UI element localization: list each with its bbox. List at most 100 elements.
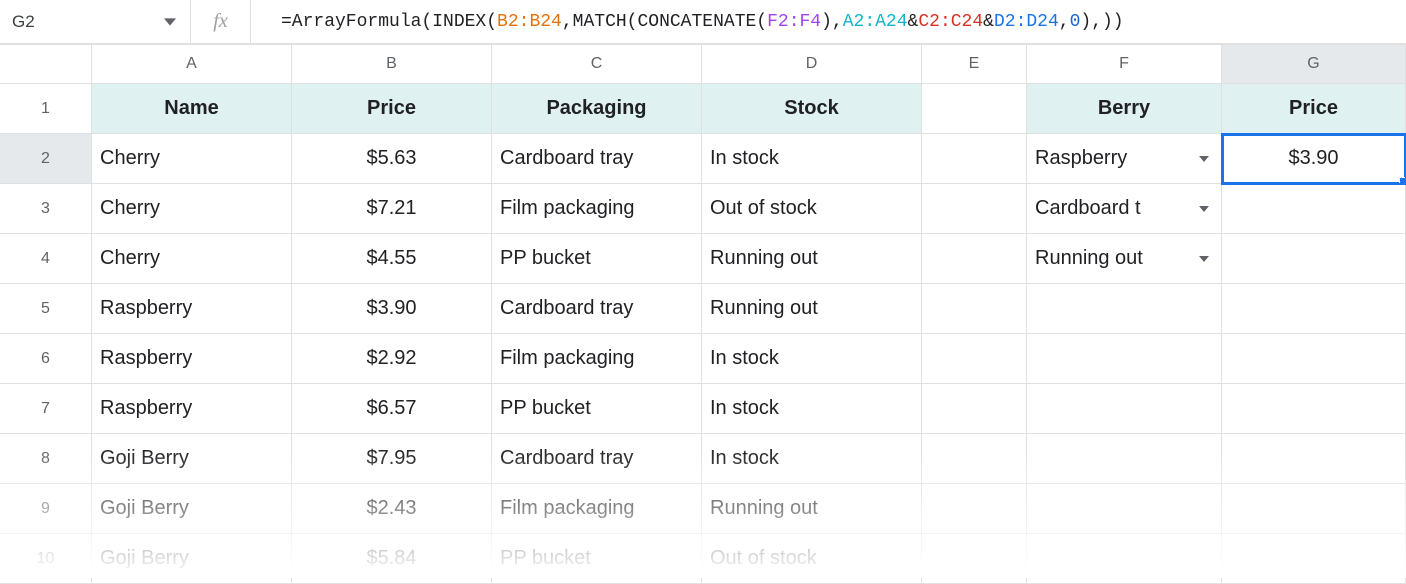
cell-C9[interactable]: Film packaging	[492, 484, 702, 534]
col-header-D[interactable]: D	[702, 44, 922, 84]
cell-C5[interactable]: Cardboard tray	[492, 284, 702, 334]
cell-F2[interactable]: Raspberry	[1027, 134, 1222, 184]
cell-E9[interactable]	[922, 484, 1027, 534]
cell-A2[interactable]: Cherry	[92, 134, 292, 184]
col-header-F[interactable]: F	[1027, 44, 1222, 84]
dropdown-button-F3[interactable]	[1195, 200, 1213, 218]
chevron-down-icon	[1199, 154, 1209, 164]
cell-G9[interactable]	[1222, 484, 1406, 534]
cell-C8[interactable]: Cardboard tray	[492, 434, 702, 484]
cell-C10[interactable]: PP bucket	[492, 534, 702, 584]
select-all-corner[interactable]	[0, 44, 92, 84]
cell-A6[interactable]: Raspberry	[92, 334, 292, 384]
name-box-dropdown[interactable]	[150, 0, 190, 43]
cell-D7[interactable]: In stock	[702, 384, 922, 434]
cell-B3[interactable]: $7.21	[292, 184, 492, 234]
cell-E10[interactable]	[922, 534, 1027, 584]
col-header-G[interactable]: G	[1222, 44, 1406, 84]
cell-F5[interactable]	[1027, 284, 1222, 334]
row-header-3[interactable]: 3	[0, 184, 92, 234]
cell-F9[interactable]	[1027, 484, 1222, 534]
cell-A3[interactable]: Cherry	[92, 184, 292, 234]
formula-bar: G2 fx =ArrayFormula(INDEX(B2:B24,MATCH(C…	[0, 0, 1406, 44]
cell-E8[interactable]	[922, 434, 1027, 484]
cell-E2[interactable]	[922, 134, 1027, 184]
cell-A5[interactable]: Raspberry	[92, 284, 292, 334]
cell-E3[interactable]	[922, 184, 1027, 234]
name-box-value: G2	[12, 12, 35, 32]
cell-C4[interactable]: PP bucket	[492, 234, 702, 284]
cell-F3[interactable]: Cardboard t	[1027, 184, 1222, 234]
row-header-1[interactable]: 1	[0, 84, 92, 134]
cell-A8[interactable]: Goji Berry	[92, 434, 292, 484]
row-header-10[interactable]: 10	[0, 534, 92, 584]
cell-D9[interactable]: Running out	[702, 484, 922, 534]
cell-B4[interactable]: $4.55	[292, 234, 492, 284]
cell-B7[interactable]: $6.57	[292, 384, 492, 434]
cell-A9[interactable]: Goji Berry	[92, 484, 292, 534]
cell-F4[interactable]: Running out	[1027, 234, 1222, 284]
cell-D10[interactable]: Out of stock	[702, 534, 922, 584]
cell-A10[interactable]: Goji Berry	[92, 534, 292, 584]
cell-D1[interactable]: Stock	[702, 84, 922, 134]
dropdown-button-F4[interactable]	[1195, 250, 1213, 268]
cell-A1[interactable]: Name	[92, 84, 292, 134]
cell-B9[interactable]: $2.43	[292, 484, 492, 534]
cell-E6[interactable]	[922, 334, 1027, 384]
col-header-B[interactable]: B	[292, 44, 492, 84]
row-header-9[interactable]: 9	[0, 484, 92, 534]
cell-C1[interactable]: Packaging	[492, 84, 702, 134]
cell-F1[interactable]: Berry	[1027, 84, 1222, 134]
cell-D4[interactable]: Running out	[702, 234, 922, 284]
cell-D5[interactable]: Running out	[702, 284, 922, 334]
cell-B1[interactable]: Price	[292, 84, 492, 134]
col-header-C[interactable]: C	[492, 44, 702, 84]
row-header-5[interactable]: 5	[0, 284, 92, 334]
col-header-A[interactable]: A	[92, 44, 292, 84]
cell-F10[interactable]	[1027, 534, 1222, 584]
row-header-8[interactable]: 8	[0, 434, 92, 484]
cell-B6[interactable]: $2.92	[292, 334, 492, 384]
dropdown-button-F2[interactable]	[1195, 150, 1213, 168]
cell-G10[interactable]	[1222, 534, 1406, 584]
cell-C2[interactable]: Cardboard tray	[492, 134, 702, 184]
row-header-6[interactable]: 6	[0, 334, 92, 384]
cell-E7[interactable]	[922, 384, 1027, 434]
formula-input[interactable]: =ArrayFormula(INDEX(B2:B24,MATCH(CONCATE…	[250, 0, 1406, 43]
spreadsheet-grid: A B C D E F G 1 Name Price Packaging Sto…	[0, 44, 1406, 584]
row-header-7[interactable]: 7	[0, 384, 92, 434]
cell-D6[interactable]: In stock	[702, 334, 922, 384]
cell-G6[interactable]	[1222, 334, 1406, 384]
chevron-down-icon	[1199, 254, 1209, 264]
cell-G2[interactable]: $3.90	[1222, 134, 1406, 184]
cell-C6[interactable]: Film packaging	[492, 334, 702, 384]
name-box[interactable]: G2	[0, 0, 150, 43]
cell-C7[interactable]: PP bucket	[492, 384, 702, 434]
cell-B2[interactable]: $5.63	[292, 134, 492, 184]
cell-A7[interactable]: Raspberry	[92, 384, 292, 434]
row-header-4[interactable]: 4	[0, 234, 92, 284]
row-header-2[interactable]: 2	[0, 134, 92, 184]
col-header-E[interactable]: E	[922, 44, 1027, 84]
cell-G3[interactable]	[1222, 184, 1406, 234]
cell-B8[interactable]: $7.95	[292, 434, 492, 484]
cell-A4[interactable]: Cherry	[92, 234, 292, 284]
cell-D3[interactable]: Out of stock	[702, 184, 922, 234]
cell-C3[interactable]: Film packaging	[492, 184, 702, 234]
cell-E4[interactable]	[922, 234, 1027, 284]
cell-F6[interactable]	[1027, 334, 1222, 384]
cell-F7[interactable]	[1027, 384, 1222, 434]
cell-F2-value: Raspberry	[1035, 147, 1127, 170]
cell-B10[interactable]: $5.84	[292, 534, 492, 584]
cell-G5[interactable]	[1222, 284, 1406, 334]
cell-E1[interactable]	[922, 84, 1027, 134]
cell-G4[interactable]	[1222, 234, 1406, 284]
cell-E5[interactable]	[922, 284, 1027, 334]
cell-B5[interactable]: $3.90	[292, 284, 492, 334]
cell-G7[interactable]	[1222, 384, 1406, 434]
cell-D2[interactable]: In stock	[702, 134, 922, 184]
cell-G1[interactable]: Price	[1222, 84, 1406, 134]
cell-D8[interactable]: In stock	[702, 434, 922, 484]
cell-G8[interactable]	[1222, 434, 1406, 484]
cell-F8[interactable]	[1027, 434, 1222, 484]
